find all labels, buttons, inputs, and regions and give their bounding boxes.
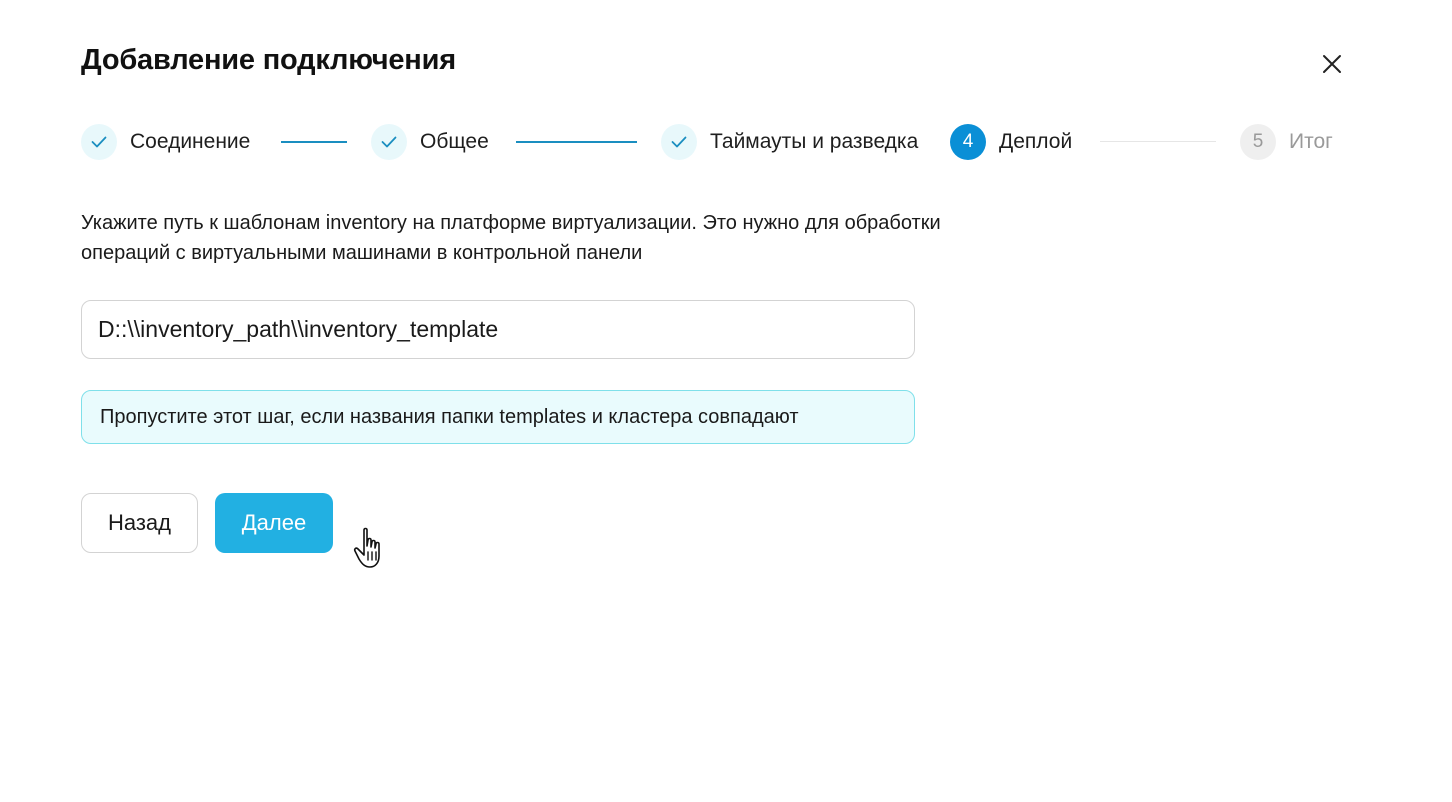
step-done-marker bbox=[371, 124, 407, 160]
info-notice-text: Пропустите этот шаг, если названия папки… bbox=[100, 405, 799, 428]
step-connection: Соединение bbox=[81, 123, 250, 161]
step-connector bbox=[281, 141, 347, 143]
step-description: Укажите путь к шаблонам inventory на пла… bbox=[81, 212, 941, 264]
step-connector bbox=[1100, 141, 1216, 142]
check-icon bbox=[91, 136, 107, 148]
step-label: Соединение bbox=[130, 130, 251, 153]
inventory-path-input[interactable] bbox=[81, 300, 915, 359]
step-done-marker bbox=[81, 124, 117, 160]
step-number-badge: 5 bbox=[1240, 124, 1276, 160]
step-connector bbox=[516, 141, 637, 143]
step-label: Итог bbox=[1289, 130, 1333, 153]
back-button[interactable]: Назад bbox=[81, 493, 198, 553]
step-label: Таймауты и разведка bbox=[710, 130, 919, 153]
info-notice: Пропустите этот шаг, если названия папки… bbox=[81, 390, 915, 444]
step-timeouts: Таймауты и разведка bbox=[661, 123, 918, 161]
add-connection-dialog: Добавление подключения Соединение Общее bbox=[0, 0, 1452, 802]
next-button[interactable]: Далее bbox=[215, 493, 333, 553]
step-label: Деплой bbox=[999, 130, 1073, 153]
stepper: Соединение Общее Таймауты и разведка 4 Д… bbox=[0, 0, 1452, 200]
step-deploy: 4 Деплой bbox=[950, 123, 1072, 161]
step-number-badge: 4 bbox=[950, 124, 986, 160]
step-general: Общее bbox=[371, 123, 489, 161]
step-label: Общее bbox=[420, 130, 489, 153]
step-done-marker bbox=[661, 124, 697, 160]
hand-pointer-icon bbox=[353, 527, 380, 568]
step-summary: 5 Итог bbox=[1240, 123, 1333, 161]
check-icon bbox=[381, 136, 397, 148]
check-icon bbox=[671, 136, 687, 148]
